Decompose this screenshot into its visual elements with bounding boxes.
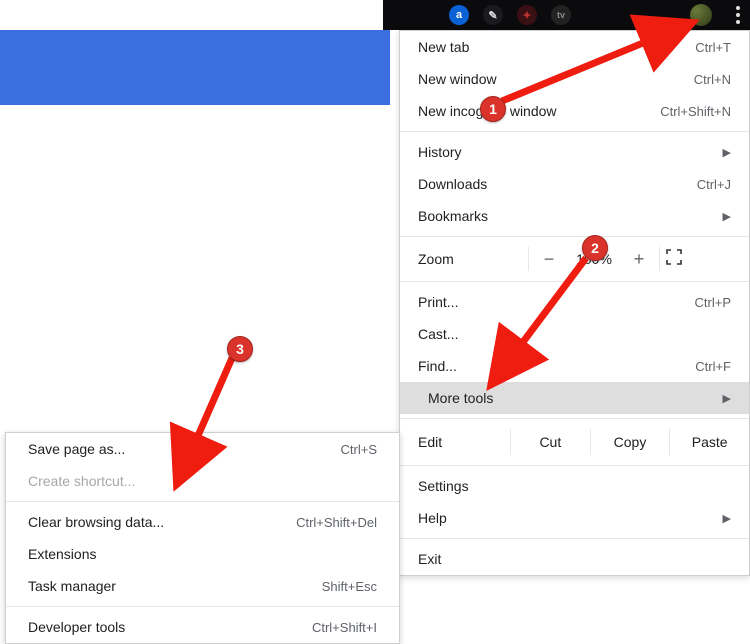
menu-label: New incognito window (418, 103, 660, 119)
menu-label: Downloads (418, 176, 697, 192)
copy-button[interactable]: Copy (591, 430, 670, 454)
menu-item-more-tools[interactable]: More tools ▶ (400, 382, 749, 414)
menu-separator (400, 281, 749, 282)
menu-shortcut: Ctrl+J (697, 177, 731, 192)
menu-shortcut: Ctrl+T (695, 40, 731, 55)
menu-label: Print... (418, 294, 695, 310)
menu-label: New tab (418, 39, 695, 55)
profile-avatar-icon[interactable] (690, 4, 712, 26)
menu-shortcut: Ctrl+N (694, 72, 731, 87)
chevron-right-icon: ▶ (723, 392, 731, 405)
menu-label: New window (418, 71, 694, 87)
extension-icon[interactable]: ✎ (483, 5, 503, 25)
submenu-item-developer-tools[interactable]: Developer tools Ctrl+Shift+I (6, 611, 399, 643)
menu-shortcut: Ctrl+Shift+N (660, 104, 731, 119)
cut-button[interactable]: Cut (511, 430, 590, 454)
submenu-item-extensions[interactable]: Extensions (6, 538, 399, 570)
chrome-main-menu: New tab Ctrl+T New window Ctrl+N New inc… (399, 30, 750, 576)
menu-item-new-tab[interactable]: New tab Ctrl+T (400, 31, 749, 63)
zoom-in-button[interactable]: + (619, 249, 659, 270)
more-tools-submenu: Save page as... Ctrl+S Create shortcut..… (5, 432, 400, 644)
chevron-right-icon: ▶ (723, 146, 731, 159)
extension-icon[interactable]: ✦ (517, 5, 537, 25)
menu-separator (400, 465, 749, 466)
extension-icon[interactable]: tv (551, 5, 571, 25)
menu-label: Find... (418, 358, 695, 374)
menu-separator (400, 131, 749, 132)
menu-label: Help (418, 510, 717, 526)
menu-item-find[interactable]: Find... Ctrl+F (400, 350, 749, 382)
submenu-item-save-page[interactable]: Save page as... Ctrl+S (6, 433, 399, 465)
menu-label: Clear browsing data... (28, 514, 296, 530)
menu-separator (400, 418, 749, 419)
menu-item-new-incognito[interactable]: New incognito window Ctrl+Shift+N (400, 95, 749, 127)
menu-separator (400, 538, 749, 539)
menu-item-cast[interactable]: Cast... (400, 318, 749, 350)
menu-shortcut: Shift+Esc (322, 579, 377, 594)
annotation-badge-2: 2 (582, 235, 608, 261)
paste-button[interactable]: Paste (670, 430, 749, 454)
menu-label: Task manager (28, 578, 322, 594)
menu-shortcut: Ctrl+S (341, 442, 377, 457)
menu-item-help[interactable]: Help ▶ (400, 502, 749, 534)
chevron-right-icon: ▶ (723, 512, 731, 525)
menu-label: Extensions (28, 546, 377, 562)
submenu-item-task-manager[interactable]: Task manager Shift+Esc (6, 570, 399, 602)
submenu-item-create-shortcut: Create shortcut... (6, 465, 399, 497)
menu-item-bookmarks[interactable]: Bookmarks ▶ (400, 200, 749, 232)
menu-item-print[interactable]: Print... Ctrl+P (400, 286, 749, 318)
menu-item-history[interactable]: History ▶ (400, 136, 749, 168)
menu-label: Create shortcut... (28, 473, 377, 489)
menu-label: Developer tools (28, 619, 312, 635)
menu-separator (400, 236, 749, 237)
menu-item-zoom: Zoom − 100% + (400, 241, 749, 277)
menu-label: Exit (418, 551, 731, 567)
menu-shortcut: Ctrl+Shift+Del (296, 515, 377, 530)
menu-label: Settings (418, 478, 731, 494)
menu-label: Save page as... (28, 441, 341, 457)
menu-separator (6, 606, 399, 607)
fullscreen-icon[interactable] (660, 249, 688, 269)
submenu-item-clear-browsing-data[interactable]: Clear browsing data... Ctrl+Shift+Del (6, 506, 399, 538)
menu-label: Bookmarks (418, 208, 717, 224)
extension-icon[interactable]: a (449, 5, 469, 25)
zoom-label: Zoom (418, 251, 528, 267)
page-banner (0, 30, 390, 105)
menu-item-downloads[interactable]: Downloads Ctrl+J (400, 168, 749, 200)
menu-item-exit[interactable]: Exit (400, 543, 749, 575)
menu-shortcut: Ctrl+P (695, 295, 731, 310)
menu-label: History (418, 144, 717, 160)
annotation-badge-1: 1 (480, 96, 506, 122)
chevron-right-icon: ▶ (723, 210, 731, 223)
annotation-badge-3: 3 (227, 336, 253, 362)
menu-item-new-window[interactable]: New window Ctrl+N (400, 63, 749, 95)
extensions-area: a ✎ ✦ tv (383, 0, 750, 30)
menu-shortcut: Ctrl+F (695, 359, 731, 374)
menu-label: Cast... (418, 326, 731, 342)
menu-label: More tools (418, 390, 717, 406)
menu-separator (6, 501, 399, 502)
zoom-out-button[interactable]: − (529, 249, 569, 270)
menu-shortcut: Ctrl+Shift+I (312, 620, 377, 635)
chrome-menu-button[interactable] (732, 2, 750, 28)
menu-item-edit: Edit Cut Copy Paste (400, 423, 749, 461)
menu-item-settings[interactable]: Settings (400, 470, 749, 502)
edit-label: Edit (418, 434, 510, 450)
